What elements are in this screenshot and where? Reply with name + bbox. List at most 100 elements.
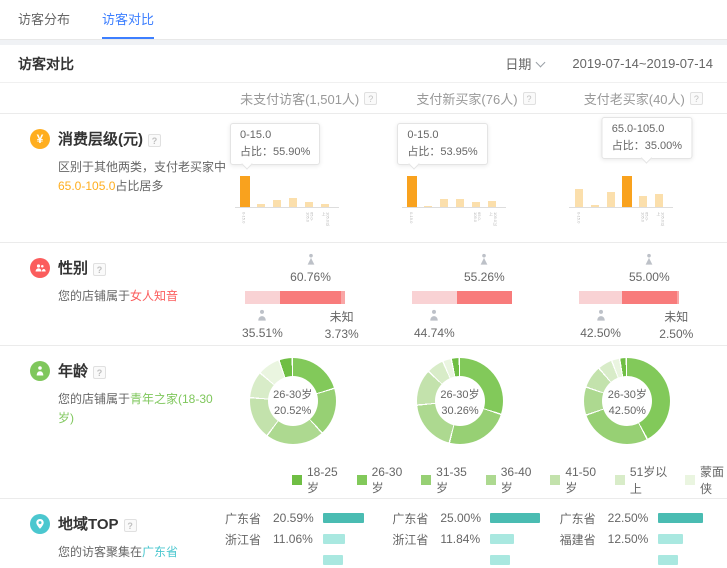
province-percent: 22.50% xyxy=(608,511,658,525)
province-label: 广东省 xyxy=(560,510,608,527)
help-icon[interactable]: ? xyxy=(364,92,377,105)
male-icon xyxy=(234,309,290,323)
legend-item: 蒙面侠 xyxy=(685,463,727,497)
age-donut-chart: 26-30岁30.26% xyxy=(417,358,503,444)
unknown-percent: 3.73% xyxy=(317,326,367,343)
legend-item: 36-40岁 xyxy=(486,465,534,496)
region-rows: 广东省25.00%浙江省11.84% xyxy=(392,499,559,566)
consume-desc-highlight: 65.0-105.0 xyxy=(58,179,115,193)
gender-chart: 55.26%44.74% xyxy=(412,253,512,353)
province-label: 浙江省 xyxy=(225,531,273,548)
x-axis-labels: 0-15.065.0-105.0105.0以上 xyxy=(569,210,673,226)
x-axis-label: 105.0以上 xyxy=(322,212,330,226)
bar-105.0以上 xyxy=(321,204,329,207)
gender-chart-old-buyers: 55.00%42.50%未知2.50% xyxy=(560,243,727,345)
column-header-old-buyers-label: 支付老买家(40人) xyxy=(584,89,685,108)
legend-swatch xyxy=(357,475,367,485)
consume-bar-chart xyxy=(235,173,339,208)
date-dropdown[interactable]: 日期 xyxy=(505,54,544,73)
region-desc-text: 您的访客聚集在 xyxy=(58,545,142,559)
donut-center-label: 26-30岁 xyxy=(440,386,479,402)
help-icon[interactable]: ? xyxy=(523,92,536,105)
male-segment xyxy=(412,291,457,304)
legend-label: 41-50岁 xyxy=(565,465,598,496)
age-rail: 年龄 ? 您的店铺属于青年之家(18-30岁) xyxy=(0,346,225,498)
bar-65.0-105.0 xyxy=(472,202,480,207)
bar-15.0-25.0 xyxy=(257,204,265,207)
help-icon[interactable]: ? xyxy=(148,134,161,147)
legend-swatch xyxy=(421,475,431,485)
female-segment xyxy=(280,291,341,304)
bar-tooltip: 0-15.0占比：53.95% xyxy=(397,123,487,165)
legend-label: 蒙面侠 xyxy=(700,463,727,497)
help-icon[interactable]: ? xyxy=(93,263,106,276)
region-row: 福建省12.50% xyxy=(560,533,727,545)
female-segment xyxy=(622,291,677,304)
tab-visitor-distribution[interactable]: 访客分布 xyxy=(18,0,70,39)
x-axis-labels: 0-15.065.0-105.0105.0以上 xyxy=(235,210,339,226)
person-icon xyxy=(30,361,50,381)
column-header-new-buyers: 支付新买家(76人) ? xyxy=(392,89,559,108)
female-percent: 55.26% xyxy=(456,270,512,284)
section-age: 年龄 ? 您的店铺属于青年之家(18-30岁) 26-30岁20.52% 26-… xyxy=(0,345,727,498)
legend-swatch xyxy=(550,475,560,485)
legend-item: 31-35岁 xyxy=(421,465,469,496)
section-consume-level: ¥ 消费层级(元) ? 区别于其他两类，支付老买家中65.0-105.0占比居多… xyxy=(0,113,727,242)
province-percent: 12.50% xyxy=(608,532,658,546)
province-label: 广东省 xyxy=(392,510,440,527)
age-desc-text: 您的店铺属于 xyxy=(58,392,130,406)
unknown-segment xyxy=(341,291,345,304)
female-icon xyxy=(456,253,512,267)
male-percent: 35.51% xyxy=(234,326,290,340)
bar-25.0-40.0 xyxy=(273,200,281,207)
help-icon[interactable]: ? xyxy=(124,519,137,532)
region-chart-old-buyers: 广东省22.50% 福建省12.50% xyxy=(560,499,727,568)
donut-center: 26-30岁30.26% xyxy=(435,376,485,426)
legend-item: 41-50岁 xyxy=(550,465,598,496)
bar-tooltip: 65.0-105.0占比：35.00% xyxy=(602,117,692,159)
gender-chart: 55.00%42.50%未知2.50% xyxy=(579,253,679,353)
tab-visitor-compare[interactable]: 访客对比 xyxy=(102,0,154,39)
bar-15.0-25.0 xyxy=(591,205,599,207)
bar-40.0-65.0 xyxy=(456,199,464,207)
province-percent: 25.00% xyxy=(440,511,490,525)
bar-40.0-65.0 xyxy=(622,176,632,207)
age-donut-chart: 26-30岁 42.50% xyxy=(584,358,670,444)
gender-top: 55.00% xyxy=(579,253,679,291)
date-dropdown-label: 日期 xyxy=(505,54,531,73)
bar-25.0-40.0 xyxy=(607,192,615,208)
gender-title: 性别 xyxy=(58,259,88,279)
donut-center-label: 26-30岁 xyxy=(608,386,647,402)
bar-65.0-105.0 xyxy=(305,202,313,207)
consume-description: 区别于其他两类，支付老买家中65.0-105.0占比居多 xyxy=(58,158,226,196)
donut-center-value: 20.52% xyxy=(274,405,311,417)
date-range-value[interactable]: 2019-07-14~2019-07-14 xyxy=(572,56,713,71)
consume-desc-suffix: 占比居多 xyxy=(115,179,163,193)
column-header-unpaid-label: 未支付访客(1,501人) xyxy=(240,89,359,108)
donut-center: 26-30岁20.52% xyxy=(268,376,318,426)
help-icon[interactable]: ? xyxy=(93,366,106,379)
female-icon xyxy=(283,253,339,267)
consume-chart-old-buyers: 65.0-105.0占比：35.00% 0-15.065.0-105.0105.0… xyxy=(560,114,727,242)
page-title: 访客对比 xyxy=(18,54,505,74)
chevron-down-icon xyxy=(536,57,546,67)
donut-center-value: 42.50% xyxy=(609,405,646,417)
help-icon[interactable]: ? xyxy=(690,92,703,105)
tooltip-range: 0-15.0 xyxy=(407,127,477,144)
bar-tooltip: 0-15.0占比：55.90% xyxy=(230,123,320,165)
legend-swatch xyxy=(685,475,695,485)
column-header-old-buyers: 支付老买家(40人) ? xyxy=(560,89,727,108)
region-row xyxy=(225,554,392,566)
unknown-percent: 2.50% xyxy=(651,326,701,343)
x-axis-labels: 0-15.065.0-105.0105.0以上 xyxy=(402,210,506,226)
bar-40.0-65.0 xyxy=(289,198,297,207)
column-header-row: 未支付访客(1,501人) ? 支付新买家(76人) ? 支付老买家(40人) … xyxy=(0,83,727,113)
top-tab-bar: 访客分布 访客对比 xyxy=(0,0,727,40)
consume-bar-chart xyxy=(569,173,673,208)
unknown-label: 未知 xyxy=(317,309,367,326)
bar-15.0-25.0 xyxy=(424,206,432,207)
x-axis-label: 65.0-105.0 xyxy=(473,212,481,226)
legend-item: 18-25岁 xyxy=(292,465,340,496)
x-axis-label: 0-15.0 xyxy=(409,212,413,223)
female-icon xyxy=(621,253,677,267)
